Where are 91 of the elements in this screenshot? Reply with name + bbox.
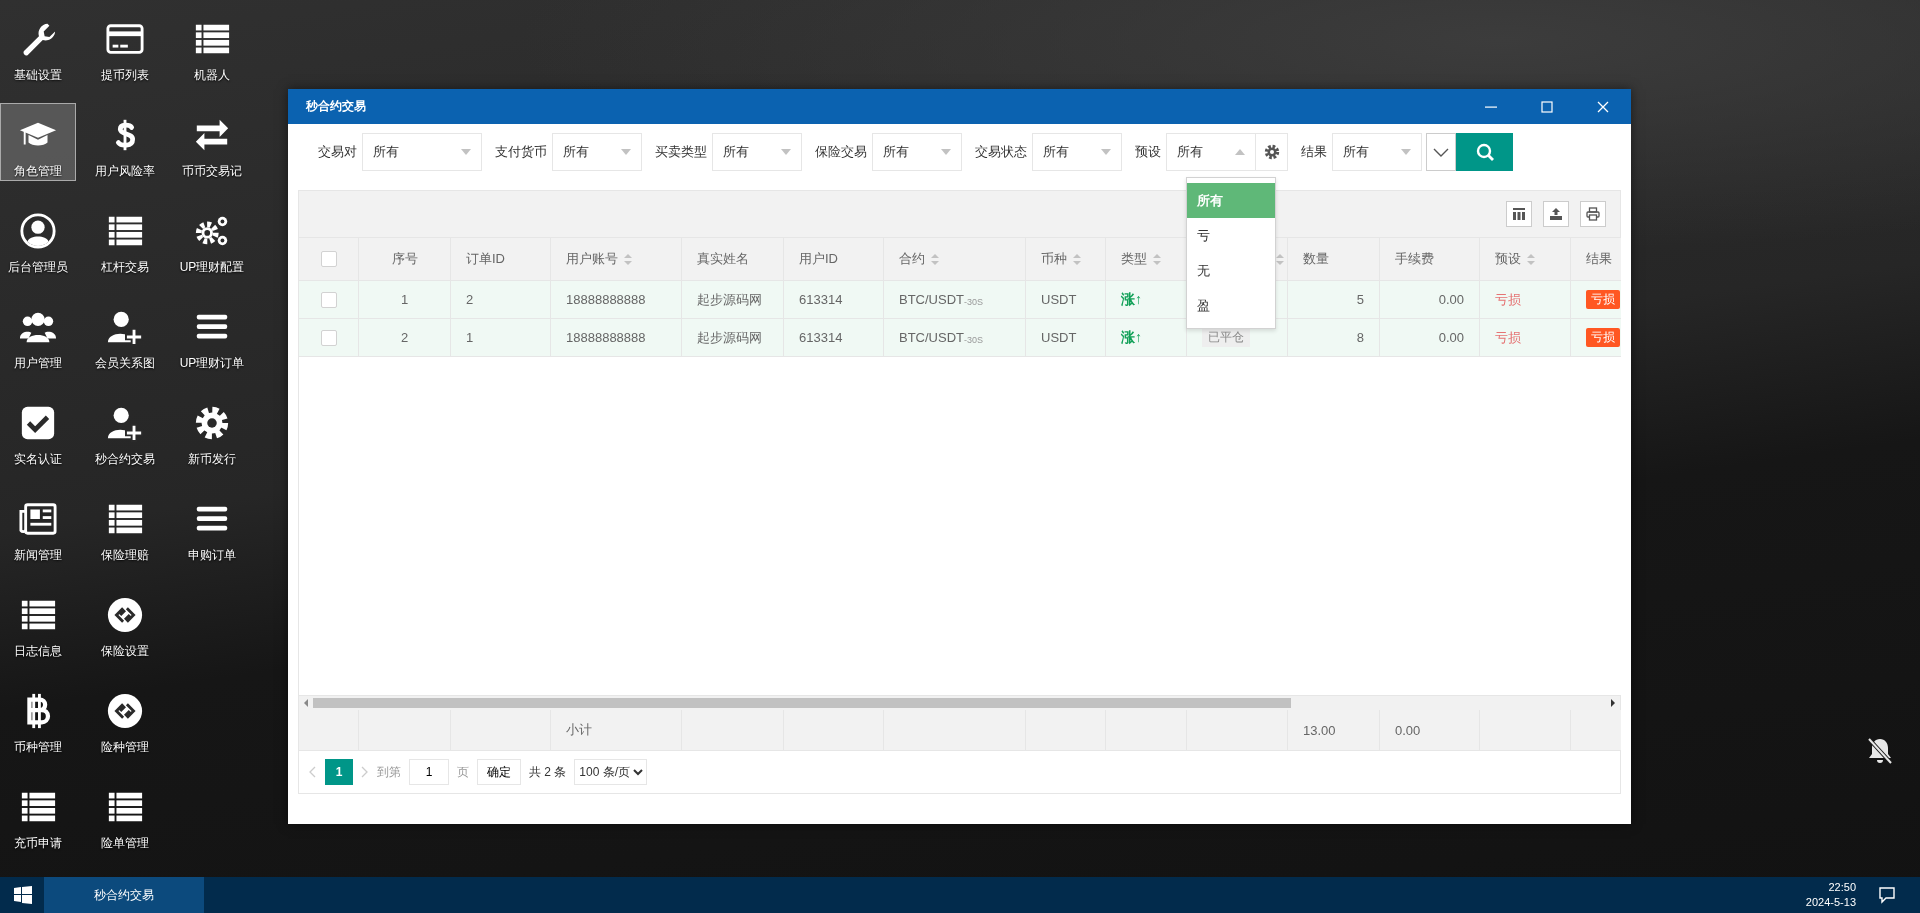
column-header[interactable]: 币种	[1026, 238, 1106, 281]
desktop-shortcut[interactable]: 提币列表	[87, 7, 163, 85]
desktop-shortcut[interactable]: 险单管理	[87, 775, 163, 853]
desktop-shortcut[interactable]: 保险理赔	[87, 487, 163, 565]
desktop-shortcut[interactable]: 实名认证	[0, 391, 76, 469]
table-cell: 0.00	[1380, 319, 1480, 357]
direction-label: 涨↑	[1121, 328, 1142, 347]
desktop-shortcut[interactable]: 新闻管理	[0, 487, 76, 565]
filter-label: 交易状态	[975, 143, 1027, 161]
table-cell: 613314	[784, 319, 884, 357]
table-cell: 1	[451, 319, 551, 357]
table-cell: 613314	[784, 281, 884, 319]
filter-label: 保险交易	[815, 143, 867, 161]
dropdown-option[interactable]: 盈	[1187, 288, 1275, 323]
desktop-shortcut[interactable]: 杠杆交易	[87, 199, 163, 277]
column-header[interactable]: 订单ID	[451, 238, 551, 281]
table-cell: 18888888888	[551, 281, 682, 319]
taskbar-button[interactable]: 秒合约交易	[44, 877, 204, 913]
table-cell: 0.00	[1380, 281, 1480, 319]
column-header[interactable]: 用户ID	[784, 238, 884, 281]
select-field[interactable]: 所有	[872, 133, 962, 171]
page-input[interactable]: 1	[409, 759, 449, 785]
result-badge: 亏损	[1586, 290, 1620, 309]
window-title: 秒合约交易	[306, 98, 367, 115]
page-size-select[interactable]: 100 条/页	[574, 759, 648, 785]
column-header[interactable]: 真实姓名	[682, 238, 784, 281]
desktop-shortcut[interactable]: 会员关系图	[87, 295, 163, 373]
table-cell: USDT	[1026, 319, 1106, 357]
filter-label: 交易对	[318, 143, 357, 161]
clock-date: 2024-5-13	[1805, 895, 1856, 910]
select-field[interactable]: 所有	[1332, 133, 1422, 171]
column-header[interactable]: 类型	[1106, 238, 1187, 281]
dropdown-option[interactable]: 无	[1187, 253, 1275, 288]
desktop-shortcut[interactable]: 险种管理	[87, 679, 163, 757]
table-cell: 起步源码网	[682, 319, 784, 357]
desktop-shortcut[interactable]: 基础设置	[0, 7, 76, 85]
filter-label: 结果	[1301, 143, 1327, 161]
select-field[interactable]: 所有	[1032, 133, 1122, 171]
column-header[interactable]: 预设	[1480, 238, 1571, 281]
select-field[interactable]: 所有	[552, 133, 642, 171]
footer-cell: 小计	[551, 710, 682, 750]
desktop-shortcut[interactable]: 角色管理	[0, 103, 76, 181]
desktop-shortcut[interactable]: 用户风险率	[87, 103, 163, 181]
table-cell: 8	[1288, 319, 1380, 357]
column-header[interactable]: 数量	[1288, 238, 1380, 281]
table-cell: BTC/USDT$_{-30S}$	[884, 281, 1026, 319]
direction-label: 涨↑	[1121, 290, 1142, 309]
desktop-shortcut[interactable]: 日志信息	[0, 583, 76, 661]
select-field[interactable]: 所有	[1166, 133, 1256, 171]
desktop-shortcut[interactable]: 后台管理员	[0, 199, 76, 277]
goto-label: 到第	[377, 763, 401, 781]
desktop-shortcut[interactable]: 机器人	[174, 7, 250, 85]
column-header[interactable]: 手续费	[1380, 238, 1480, 281]
column-header[interactable]: 合约	[884, 238, 1026, 281]
dropdown-option[interactable]: 亏	[1187, 218, 1275, 253]
desktop-shortcut[interactable]: 秒合约交易	[87, 391, 163, 469]
total-count: 共 2 条	[529, 763, 567, 781]
footer-cell: 13.00	[1288, 710, 1380, 750]
desktop-shortcut[interactable]: 保险设置	[87, 583, 163, 661]
table-cell: 18888888888	[551, 319, 682, 357]
desktop-shortcut[interactable]: 新币发行	[174, 391, 250, 469]
filter-label: 支付货币	[495, 143, 547, 161]
result-badge: 亏损	[1586, 328, 1620, 347]
page-unit-label: 页	[457, 763, 469, 781]
table-cell: USDT	[1026, 281, 1106, 319]
select-field[interactable]: 所有	[712, 133, 802, 171]
table-cell: BTC/USDT$_{-30S}$	[884, 319, 1026, 357]
table-cell: 1	[359, 281, 451, 319]
column-header[interactable]: 结果	[1571, 238, 1621, 281]
confirm-button[interactable]: 确定	[477, 759, 521, 785]
desktop-shortcut[interactable]: 币种管理	[0, 679, 76, 757]
preset-label: 亏损	[1495, 328, 1521, 347]
table-cell: 2	[359, 319, 451, 357]
table-cell: 5	[1288, 281, 1380, 319]
footer-cell: 0.00	[1380, 710, 1480, 750]
desktop-shortcut[interactable]: 币币交易记	[174, 103, 250, 181]
page-button[interactable]: 1	[325, 759, 353, 785]
column-header[interactable]: 序号	[359, 238, 451, 281]
desktop-shortcut[interactable]: UP理财订单	[174, 295, 250, 373]
table-cell: 起步源码网	[682, 281, 784, 319]
desktop-shortcut[interactable]: UP理财配置	[174, 199, 250, 277]
desktop-shortcut[interactable]: 充币申请	[0, 775, 76, 853]
select-field[interactable]: 所有	[362, 133, 482, 171]
preset-label: 亏损	[1495, 290, 1521, 309]
column-header[interactable]: 用户账号	[551, 238, 682, 281]
desktop-shortcut[interactable]: 申购订单	[174, 487, 250, 565]
filter-label: 买卖类型	[655, 143, 707, 161]
desktop-shortcut[interactable]: 用户管理	[0, 295, 76, 373]
filter-label: 预设	[1135, 143, 1161, 161]
table-cell: 2	[451, 281, 551, 319]
clock-time: 22:50	[1828, 880, 1856, 895]
